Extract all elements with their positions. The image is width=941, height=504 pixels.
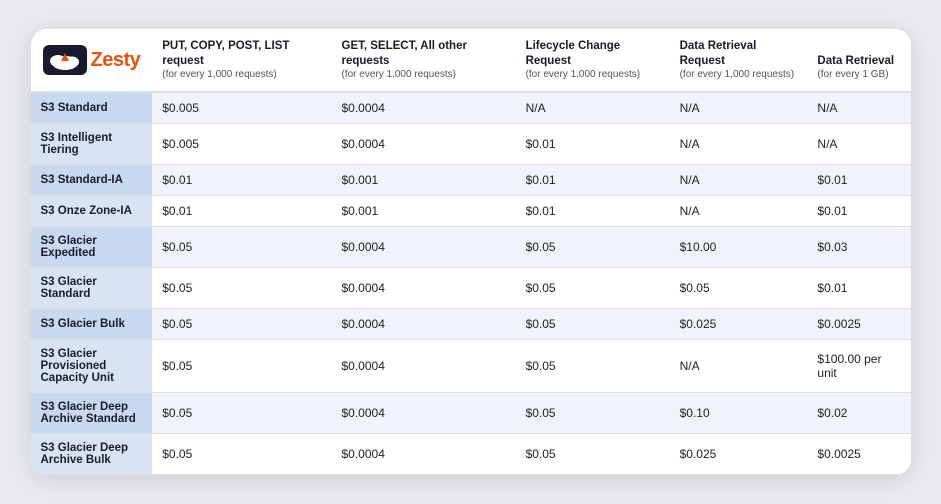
cell-get_select: $0.0004 (332, 434, 516, 475)
row-label: S3 Intelligent Tiering (31, 124, 153, 165)
cell-data_retrieval_req: $0.05 (670, 268, 808, 309)
cell-lifecycle: $0.01 (516, 196, 670, 227)
table-body: S3 Standard$0.005$0.0004N/AN/AN/AS3 Inte… (31, 92, 911, 475)
cell-lifecycle: $0.05 (516, 434, 670, 475)
row-label: S3 Standard-IA (31, 165, 153, 196)
cell-data_retrieval: $0.0025 (807, 434, 910, 475)
table-row: S3 Standard-IA$0.01$0.001$0.01N/A$0.01 (31, 165, 911, 196)
table-header-row: Zesty PUT, COPY, POST, LIST request (for… (31, 29, 911, 93)
cell-data_retrieval_req: $0.025 (670, 309, 808, 340)
cell-get_select: $0.0004 (332, 124, 516, 165)
cell-lifecycle: $0.01 (516, 124, 670, 165)
cell-get_select: $0.001 (332, 196, 516, 227)
cell-data_retrieval_req: N/A (670, 124, 808, 165)
cell-put_copy: $0.01 (152, 165, 331, 196)
cell-data_retrieval_req: N/A (670, 196, 808, 227)
row-label: S3 Glacier Deep Archive Standard (31, 393, 153, 434)
cell-put_copy: $0.05 (152, 340, 331, 393)
cell-data_retrieval: $100.00 per unit (807, 340, 910, 393)
cell-get_select: $0.0004 (332, 309, 516, 340)
cell-data_retrieval: $0.03 (807, 227, 910, 268)
cell-get_select: $0.0004 (332, 227, 516, 268)
table-row: S3 Standard$0.005$0.0004N/AN/AN/A (31, 92, 911, 124)
row-label: S3 Standard (31, 92, 153, 124)
table-row: S3 Onze Zone-IA$0.01$0.001$0.01N/A$0.01 (31, 196, 911, 227)
pricing-table: Zesty PUT, COPY, POST, LIST request (for… (31, 29, 911, 476)
col-get-select-sub: (for every 1,000 requests) (342, 68, 506, 81)
cell-data_retrieval_req: N/A (670, 92, 808, 124)
table-row: S3 Glacier Deep Archive Standard$0.05$0.… (31, 393, 911, 434)
cell-data_retrieval_req: $0.025 (670, 434, 808, 475)
col-put-copy: PUT, COPY, POST, LIST request (for every… (152, 29, 331, 93)
col-put-copy-main: PUT, COPY, POST, LIST request (162, 39, 321, 69)
table-row: S3 Glacier Standard$0.05$0.0004$0.05$0.0… (31, 268, 911, 309)
logo-brand: esty (102, 49, 140, 71)
col-get-select: GET, SELECT, All other requests (for eve… (332, 29, 516, 93)
cell-put_copy: $0.005 (152, 124, 331, 165)
cell-lifecycle: $0.05 (516, 309, 670, 340)
col-data-retrieval-req-main: Data Retrieval Request (680, 39, 798, 69)
cell-get_select: $0.0004 (332, 340, 516, 393)
logo: Zesty (43, 45, 141, 75)
row-label: S3 Glacier Standard (31, 268, 153, 309)
row-label: S3 Glacier Bulk (31, 309, 153, 340)
cell-lifecycle: $0.05 (516, 393, 670, 434)
logo-text: Zesty (91, 47, 141, 73)
cell-data_retrieval_req: $0.10 (670, 393, 808, 434)
pricing-card: Zesty PUT, COPY, POST, LIST request (for… (31, 29, 911, 476)
cell-get_select: $0.0004 (332, 393, 516, 434)
row-label: S3 Glacier Expedited (31, 227, 153, 268)
col-data-retrieval-req: Data Retrieval Request (for every 1,000 … (670, 29, 808, 93)
table-row: S3 Intelligent Tiering$0.005$0.0004$0.01… (31, 124, 911, 165)
cell-data_retrieval: $0.01 (807, 196, 910, 227)
col-lifecycle: Lifecycle Change Request (for every 1,00… (516, 29, 670, 93)
row-label: S3 Onze Zone-IA (31, 196, 153, 227)
col-data-retrieval: Data Retrieval (for every 1 GB) (807, 29, 910, 93)
table-row: S3 Glacier Deep Archive Bulk$0.05$0.0004… (31, 434, 911, 475)
logo-z: Z (91, 49, 103, 71)
cell-data_retrieval: N/A (807, 92, 910, 124)
cell-data_retrieval: N/A (807, 124, 910, 165)
cell-put_copy: $0.05 (152, 393, 331, 434)
table-row: S3 Glacier Expedited$0.05$0.0004$0.05$10… (31, 227, 911, 268)
cell-put_copy: $0.05 (152, 268, 331, 309)
cell-put_copy: $0.05 (152, 227, 331, 268)
cell-get_select: $0.0004 (332, 92, 516, 124)
cell-put_copy: $0.05 (152, 309, 331, 340)
col-put-copy-sub: (for every 1,000 requests) (162, 68, 321, 81)
cell-data_retrieval_req: $10.00 (670, 227, 808, 268)
col-data-retrieval-main: Data Retrieval (817, 54, 900, 69)
col-lifecycle-sub: (for every 1,000 requests) (526, 68, 660, 81)
cell-get_select: $0.001 (332, 165, 516, 196)
col-get-select-main: GET, SELECT, All other requests (342, 39, 506, 69)
logo-cell: Zesty (31, 29, 153, 93)
table-row: S3 Glacier Bulk$0.05$0.0004$0.05$0.025$0… (31, 309, 911, 340)
cell-data_retrieval: $0.0025 (807, 309, 910, 340)
cell-lifecycle: N/A (516, 92, 670, 124)
cell-lifecycle: $0.05 (516, 268, 670, 309)
cell-put_copy: $0.01 (152, 196, 331, 227)
row-label: S3 Glacier Provisioned Capacity Unit (31, 340, 153, 393)
col-data-retrieval-sub: (for every 1 GB) (817, 68, 900, 81)
cell-lifecycle: $0.05 (516, 340, 670, 393)
table-row: S3 Glacier Provisioned Capacity Unit$0.0… (31, 340, 911, 393)
col-data-retrieval-req-sub: (for every 1,000 requests) (680, 68, 798, 81)
cell-data_retrieval: $0.02 (807, 393, 910, 434)
cell-get_select: $0.0004 (332, 268, 516, 309)
logo-icon (43, 45, 87, 75)
cell-lifecycle: $0.05 (516, 227, 670, 268)
cell-data_retrieval: $0.01 (807, 268, 910, 309)
cell-data_retrieval_req: N/A (670, 165, 808, 196)
cell-lifecycle: $0.01 (516, 165, 670, 196)
col-lifecycle-main: Lifecycle Change Request (526, 39, 660, 69)
cell-data_retrieval: $0.01 (807, 165, 910, 196)
cell-put_copy: $0.05 (152, 434, 331, 475)
row-label: S3 Glacier Deep Archive Bulk (31, 434, 153, 475)
cell-put_copy: $0.005 (152, 92, 331, 124)
cell-data_retrieval_req: N/A (670, 340, 808, 393)
